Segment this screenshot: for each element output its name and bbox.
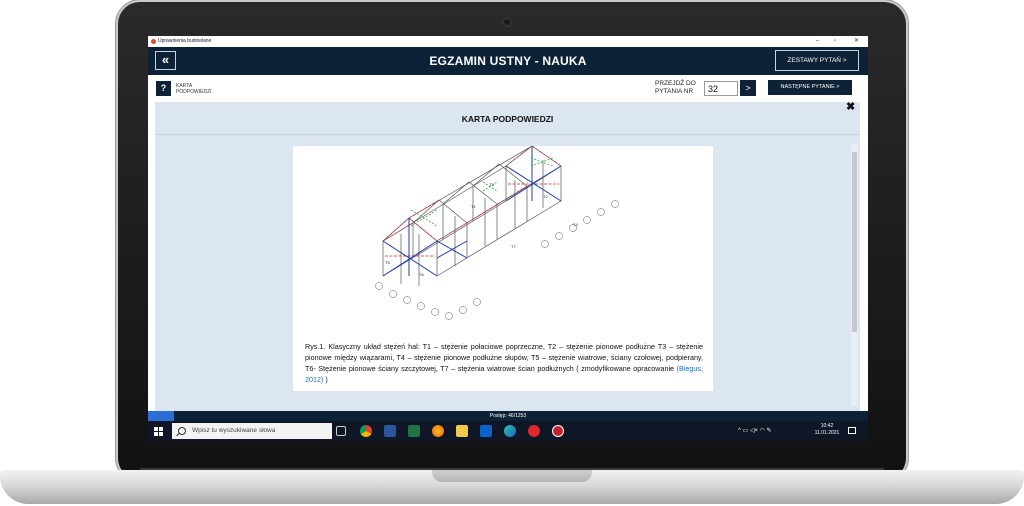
app-icon[interactable]	[552, 425, 564, 437]
outlook-icon[interactable]	[480, 425, 492, 437]
minimize-button[interactable]: –	[816, 36, 819, 47]
panel-header: KARTA PODPOWIEDZI ✖	[155, 100, 860, 135]
goto-question-label: PRZEJDŹ DO PYTANIA NR	[655, 80, 696, 96]
next-question-button[interactable]: NASTĘPNE PYTANIE >	[768, 80, 852, 95]
webcam	[502, 17, 512, 27]
label-t3: T3	[489, 182, 494, 187]
hint-card: T1 T2 T3 T4 T5 T6 T7 Rys.1. Klasyczny uk…	[293, 146, 713, 391]
progress-text: Postęp: 46/1253	[489, 413, 527, 419]
page-title: EGZAMIN USTNY - NAUKA	[429, 54, 587, 68]
close-window-button[interactable]: ✕	[854, 36, 859, 47]
file-explorer-icon[interactable]	[456, 425, 468, 437]
goto-label-line2: PYTANIA NR	[655, 88, 694, 95]
goto-question-button[interactable]: >	[740, 80, 756, 96]
app-header: « EGZAMIN USTNY - NAUKA ZESTAWY PYTAŃ >	[148, 47, 868, 75]
progress-fill	[148, 411, 175, 421]
maximize-button[interactable]: ▫	[834, 36, 836, 47]
scroll-thumb[interactable]	[852, 152, 857, 332]
opera-icon[interactable]	[528, 425, 540, 437]
label-t5: T5	[385, 260, 390, 265]
caption-text: Rys.1. Klasyczny układ stężeń hal: T1 – …	[305, 342, 703, 373]
notifications-icon[interactable]	[848, 427, 856, 434]
windows-taskbar: Wpisz tu wyszukiwane słowa ^ ▭ ◁× ◠ ✎ 10…	[148, 421, 868, 441]
hint-card-panel: KARTA PODPOWIEDZI ✖ T1 T2 T3 T4 T5 T6 T7…	[155, 100, 860, 411]
firefox-icon[interactable]	[432, 425, 444, 437]
chrome-icon[interactable]	[360, 425, 372, 437]
clock-date: 11.01.2021	[814, 430, 840, 436]
windows-start-icon[interactable]	[154, 427, 163, 436]
hint-card-button[interactable]: ?	[156, 81, 171, 96]
label-t7: T7	[511, 244, 516, 249]
question-sets-button[interactable]: ZESTAWY PYTAŃ >	[775, 50, 859, 71]
system-tray-icons[interactable]: ^ ▭ ◁× ◠ ✎	[738, 421, 772, 441]
search-placeholder: Wpisz tu wyszukiwane słowa	[192, 427, 276, 434]
task-view-icon[interactable]	[336, 426, 346, 436]
label-t4: T4	[573, 222, 578, 227]
excel-icon[interactable]	[408, 425, 420, 437]
vertical-scrollbar[interactable]	[851, 144, 858, 406]
question-number-input[interactable]	[704, 81, 738, 96]
taskbar-clock[interactable]: 10:42 11.01.2021	[812, 423, 842, 437]
window-titlebar: Uprawnienia budowlane – ▫ ✕	[148, 36, 868, 47]
steel-hall-bracing-figure: T1 T2 T3 T4 T5 T6 T7	[375, 146, 619, 320]
label-t6: T6	[419, 272, 424, 277]
word-icon[interactable]	[384, 425, 396, 437]
label-t2: T2	[543, 194, 548, 199]
hint-card-label: KARTA PODPOWIEDZI	[176, 83, 212, 95]
edge-icon[interactable]	[504, 425, 516, 437]
app-logo-icon	[151, 39, 156, 44]
search-icon	[178, 427, 186, 435]
taskbar-search-input[interactable]: Wpisz tu wyszukiwane słowa	[172, 423, 332, 439]
laptop-notch	[432, 470, 592, 482]
toolbar: ? KARTA PODPOWIEDZI PRZEJDŹ DO PYTANIA N…	[148, 75, 868, 102]
window-title: Uprawnienia budowlane	[158, 38, 212, 44]
progress-bar: Postęp: 46/1253	[148, 411, 868, 421]
figure-caption: Rys.1. Klasyczny układ stężeń hal: T1 – …	[305, 341, 703, 385]
goto-label-line1: PRZEJDŹ DO	[655, 80, 696, 87]
caption-end: )	[323, 375, 328, 384]
close-panel-icon[interactable]: ✖	[846, 100, 855, 113]
screen: Uprawnienia budowlane – ▫ ✕ « EGZAMIN US…	[148, 36, 868, 441]
clock-time: 10:42	[820, 423, 834, 429]
label-t1: T1	[471, 204, 476, 209]
panel-title: KARTA PODPOWIEDZI	[461, 114, 554, 124]
